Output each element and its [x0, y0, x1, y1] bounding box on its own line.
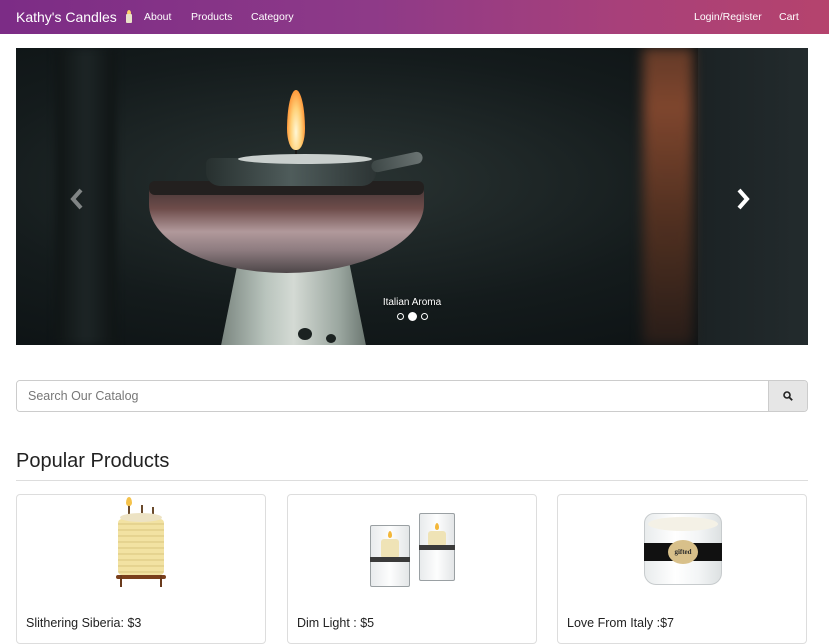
- jar-label-text: gifted: [674, 548, 692, 556]
- nav-products-link[interactable]: Products: [191, 11, 232, 23]
- search-icon: [783, 391, 793, 401]
- chevron-left-icon: [70, 188, 83, 210]
- product-card-2[interactable]: Dim Light : $5: [287, 494, 537, 644]
- brand-link[interactable]: Kathy's Candles: [16, 9, 133, 25]
- chevron-right-icon: [737, 188, 750, 210]
- product-title-1: Slithering Siberia: $3: [26, 616, 142, 630]
- nav-about-link[interactable]: About: [144, 11, 171, 23]
- carousel-prev-button[interactable]: [70, 188, 84, 214]
- product-image-3: gifted: [558, 495, 806, 605]
- nav-login-register-link[interactable]: Login/Register: [694, 11, 762, 23]
- carousel-indicator-3[interactable]: [421, 313, 428, 320]
- product-title-3: Love From Italy :$7: [567, 616, 674, 630]
- catalog-search-bar: [16, 380, 808, 412]
- nav-category-link[interactable]: Category: [251, 11, 294, 23]
- carousel-indicator-2[interactable]: [408, 312, 417, 321]
- candle-icon: [125, 10, 133, 23]
- carousel-next-button[interactable]: [736, 188, 750, 214]
- product-title-2: Dim Light : $5: [297, 616, 375, 630]
- carousel-indicator-1[interactable]: [397, 313, 404, 320]
- section-divider: [16, 480, 808, 481]
- product-image-1: [17, 495, 265, 605]
- brand-name: Kathy's Candles: [16, 9, 117, 25]
- product-image-2: [288, 495, 536, 605]
- search-button[interactable]: [768, 381, 807, 411]
- nav-cart-link[interactable]: Cart: [779, 11, 799, 23]
- product-card-1[interactable]: Slithering Siberia: $3: [16, 494, 266, 644]
- top-navbar: Kathy's Candles About Products Category …: [0, 0, 829, 34]
- product-card-3[interactable]: gifted Love From Italy :$7: [557, 494, 807, 644]
- carousel-indicators: [397, 312, 428, 321]
- section-title-popular: Popular Products: [16, 450, 170, 472]
- hero-carousel: Italian Aroma: [16, 48, 808, 345]
- carousel-caption: Italian Aroma: [382, 297, 442, 308]
- search-input[interactable]: [17, 381, 769, 411]
